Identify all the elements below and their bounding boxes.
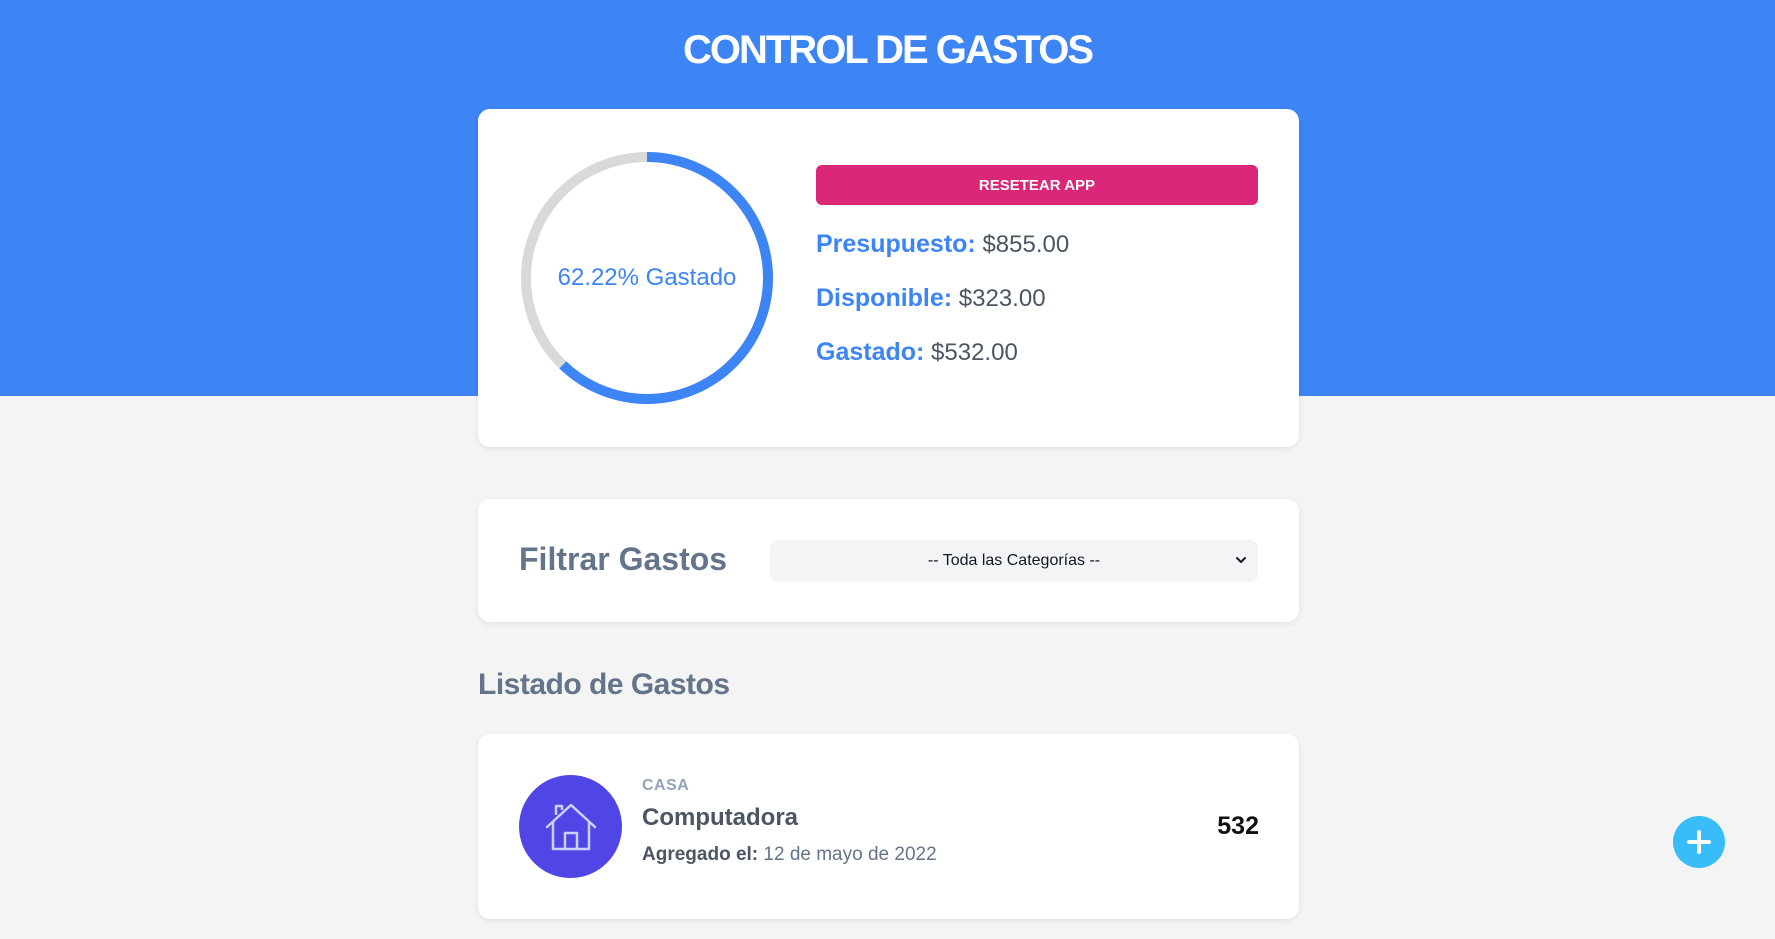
category-select[interactable]: -- Toda las Categorías -- bbox=[770, 540, 1258, 582]
expense-date: Agregado el: 12 de mayo de 2022 bbox=[642, 844, 937, 866]
expense-date-label: Agregado el: bbox=[642, 844, 759, 865]
presupuesto-value: $855.00 bbox=[982, 231, 1070, 258]
disponible-value: $323.00 bbox=[958, 285, 1046, 312]
chevron-down-icon bbox=[1236, 557, 1246, 563]
presupuesto-label: Presupuesto: bbox=[816, 230, 976, 258]
gastado-value: $532.00 bbox=[931, 339, 1018, 366]
budget-stat: Presupuesto: $855.00 bbox=[816, 230, 1069, 259]
expense-item[interactable]: CASA Computadora Agregado el: 12 de mayo… bbox=[478, 734, 1299, 919]
app-title: CONTROL DE GASTOS bbox=[682, 28, 1094, 72]
expense-category: CASA bbox=[642, 777, 690, 794]
category-select-value: -- Toda las Categorías -- bbox=[927, 552, 1101, 569]
expense-list-title: Listado de Gastos bbox=[478, 668, 730, 701]
available-stat: Disponible: $323.00 bbox=[816, 284, 1046, 313]
budget-card: 62.22% Gastado RESETEAR APP Presupuesto:… bbox=[478, 109, 1299, 447]
disponible-label: Disponible: bbox=[816, 284, 953, 312]
filter-card: Filtrar Gastos -- Toda las Categorías -- bbox=[478, 499, 1299, 622]
reset-app-button[interactable]: RESETEAR APP bbox=[816, 165, 1258, 205]
house-icon bbox=[545, 803, 596, 850]
expense-name: Computadora bbox=[642, 804, 798, 831]
expense-date-value: 12 de mayo de 2022 bbox=[763, 844, 937, 865]
plus-icon bbox=[1687, 830, 1711, 854]
spent-stat: Gastado: $532.00 bbox=[816, 338, 1018, 367]
expense-amount: 532 bbox=[1217, 812, 1259, 840]
add-expense-button[interactable] bbox=[1673, 816, 1725, 868]
progress-ring: 62.22% Gastado bbox=[518, 149, 776, 407]
filter-label: Filtrar Gastos bbox=[519, 541, 728, 577]
gastado-label: Gastado: bbox=[816, 338, 925, 366]
category-icon bbox=[519, 775, 622, 878]
ring-percentage-label: 62.22% Gastado bbox=[557, 264, 737, 291]
